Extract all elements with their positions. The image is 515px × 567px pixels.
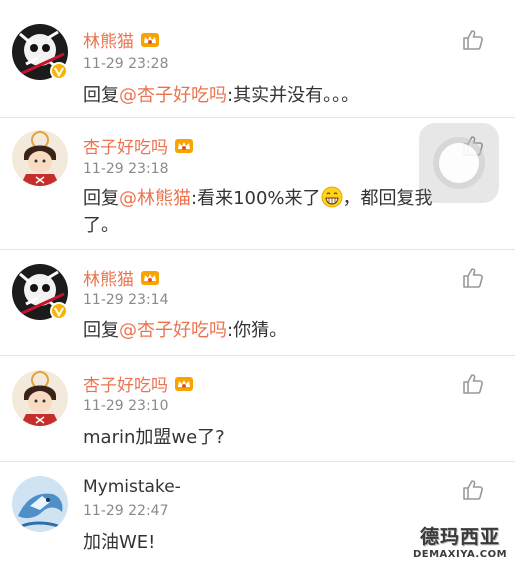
assistive-touch-button[interactable] [419, 123, 499, 203]
watermark-title: 德玛西亚 [419, 526, 500, 548]
comment-item: 林熊猫 11-29 23:28 回复@杏子好吃吗:其实并没有。。。 [0, 0, 515, 118]
like-button[interactable] [461, 372, 485, 396]
thumbs-up-icon [463, 268, 483, 288]
commenter-name[interactable]: Mymistake- [83, 477, 181, 497]
avatar[interactable] [12, 130, 68, 186]
thumbs-up-icon [463, 480, 483, 500]
commenter-name[interactable]: 杏子好吃吗 [83, 133, 194, 158]
commenter-name[interactable]: 林熊猫 [83, 265, 160, 290]
site-watermark: 德玛西亚 DEMAXIYA.COM [410, 522, 510, 560]
comment-text: 回复@杏子好吃吗:你猜。 [83, 320, 288, 341]
comment-text: marin加盟we了? [83, 427, 225, 448]
watermark-url: DEMAXIYA.COM [412, 549, 508, 560]
grin-emoji-icon [321, 186, 343, 208]
commenter-name[interactable]: 杏子好吃吗 [83, 371, 194, 396]
comment-text: 回复@林熊猫:看来100%来了 ，都回复我了。 [83, 186, 433, 236]
avatar[interactable] [12, 476, 68, 532]
avatar[interactable] [12, 370, 68, 426]
thumbs-up-icon [463, 374, 483, 394]
vip-crown-icon [174, 137, 194, 155]
comment-time: 11-29 23:10 [83, 398, 169, 414]
like-button[interactable] [461, 266, 485, 290]
commenter-name[interactable]: 林熊猫 [83, 27, 160, 52]
comment-time: 11-29 23:18 [83, 161, 169, 177]
assistive-touch-ring [439, 143, 479, 183]
mention-link[interactable]: @林熊猫 [119, 188, 191, 209]
comment-item: 杏子好吃吗 11-29 23:10 marin加盟we了? [0, 356, 515, 462]
vip-crown-icon [140, 269, 160, 287]
comment-time: 11-29 23:28 [83, 56, 169, 72]
comment-time: 11-29 22:47 [83, 503, 169, 519]
mention-link[interactable]: @杏子好吃吗 [119, 320, 227, 341]
vip-crown-icon [140, 31, 160, 49]
verified-v-icon [50, 62, 68, 80]
comment-text: 回复@杏子好吃吗:其实并没有。。。 [83, 85, 360, 106]
like-button[interactable] [461, 28, 485, 52]
verified-v-icon [50, 302, 68, 320]
vip-crown-icon [174, 375, 194, 393]
like-button[interactable] [461, 478, 485, 502]
mention-link[interactable]: @杏子好吃吗 [119, 85, 227, 106]
thumbs-up-icon [463, 30, 483, 50]
comment-time: 11-29 23:14 [83, 292, 169, 308]
comment-item: 林熊猫 11-29 23:14 回复@杏子好吃吗:你猜。 [0, 250, 515, 356]
